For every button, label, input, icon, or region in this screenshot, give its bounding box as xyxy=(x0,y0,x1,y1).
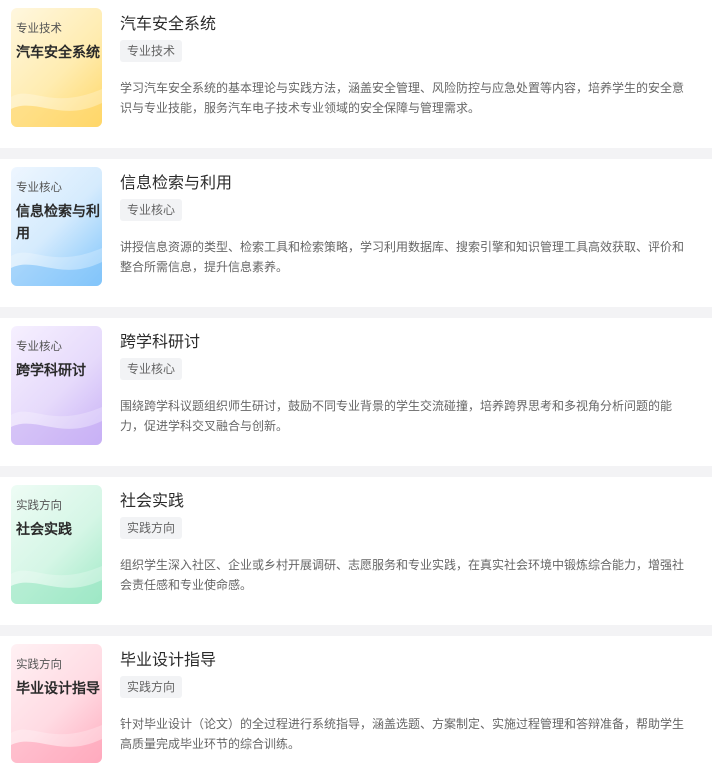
divider xyxy=(0,307,712,318)
course-description: 组织学生深入社区、企业或乡村开展调研、志愿服务和专业实践，在真实社会环境中锻炼综… xyxy=(120,558,685,592)
course-thumbnail[interactable]: 专业核心 跨学科研讨 xyxy=(11,326,102,445)
thumbnail-title: 毕业设计指导 xyxy=(16,681,100,697)
course-card[interactable]: 专业核心 信息检索与利用 信息检索与利用 专业核心 讲授信息资源的类型、检索工具… xyxy=(0,159,712,307)
thumbnail-title: 信息检索与利用 xyxy=(16,204,100,242)
course-thumbnail[interactable]: 专业核心 信息检索与利用 xyxy=(11,167,102,286)
course-description: 学习汽车安全系统的基本理论与实践方法，涵盖安全管理、风险防控与应急处置等内容，培… xyxy=(120,81,685,115)
thumbnail-title: 社会实践 xyxy=(16,522,72,538)
course-tag: 专业技术 xyxy=(120,40,183,62)
course-list: 专业技术 汽车安全系统 汽车安全系统 专业技术 学习汽车安全系统的基本理论与实践… xyxy=(0,0,712,775)
divider xyxy=(0,625,712,636)
course-thumbnail[interactable]: 实践方向 社会实践 xyxy=(11,485,102,604)
course-card[interactable]: 实践方向 毕业设计指导 毕业设计指导 实践方向 针对毕业设计（论文）的全过程进行… xyxy=(0,636,712,775)
thumbnail-category: 实践方向 xyxy=(16,498,62,512)
thumbnail-title: 汽车安全系统 xyxy=(16,45,100,61)
course-thumbnail[interactable]: 专业技术 汽车安全系统 xyxy=(11,8,102,127)
wave-decoration-icon xyxy=(11,725,102,763)
course-card[interactable]: 专业核心 跨学科研讨 跨学科研讨 专业核心 围绕跨学科议题组织师生研讨，鼓励不同… xyxy=(0,318,712,466)
thumbnail-title: 跨学科研讨 xyxy=(16,363,86,379)
course-title[interactable]: 汽车安全系统 xyxy=(120,10,216,34)
course-card[interactable]: 实践方向 社会实践 社会实践 实践方向 组织学生深入社区、企业或乡村开展调研、志… xyxy=(0,477,712,625)
course-tag: 实践方向 xyxy=(120,676,183,698)
divider xyxy=(0,466,712,477)
divider xyxy=(0,148,712,159)
course-tag: 专业核心 xyxy=(120,199,183,221)
course-description: 讲授信息资源的类型、检索工具和检索策略，学习利用数据库、搜索引擎和知识管理工具高… xyxy=(120,240,685,274)
thumbnail-category: 专业核心 xyxy=(16,339,62,353)
wave-decoration-icon xyxy=(11,89,102,127)
course-tag: 实践方向 xyxy=(120,517,183,539)
course-description: 围绕跨学科议题组织师生研讨，鼓励不同专业背景的学生交流碰撞，培养跨界思考和多视角… xyxy=(120,399,673,433)
thumbnail-category: 专业核心 xyxy=(16,180,62,194)
course-title[interactable]: 社会实践 xyxy=(120,487,184,511)
course-title[interactable]: 信息检索与利用 xyxy=(120,169,232,193)
course-title[interactable]: 毕业设计指导 xyxy=(120,646,216,670)
thumbnail-category: 专业技术 xyxy=(16,21,62,35)
course-title[interactable]: 跨学科研讨 xyxy=(120,328,200,352)
course-tag: 专业核心 xyxy=(120,358,183,380)
thumbnail-category: 实践方向 xyxy=(16,657,62,671)
course-card[interactable]: 专业技术 汽车安全系统 汽车安全系统 专业技术 学习汽车安全系统的基本理论与实践… xyxy=(0,0,712,148)
course-description: 针对毕业设计（论文）的全过程进行系统指导，涵盖选题、方案制定、实施过程管理和答辩… xyxy=(120,717,685,751)
wave-decoration-icon xyxy=(11,407,102,445)
wave-decoration-icon xyxy=(11,566,102,604)
course-thumbnail[interactable]: 实践方向 毕业设计指导 xyxy=(11,644,102,763)
